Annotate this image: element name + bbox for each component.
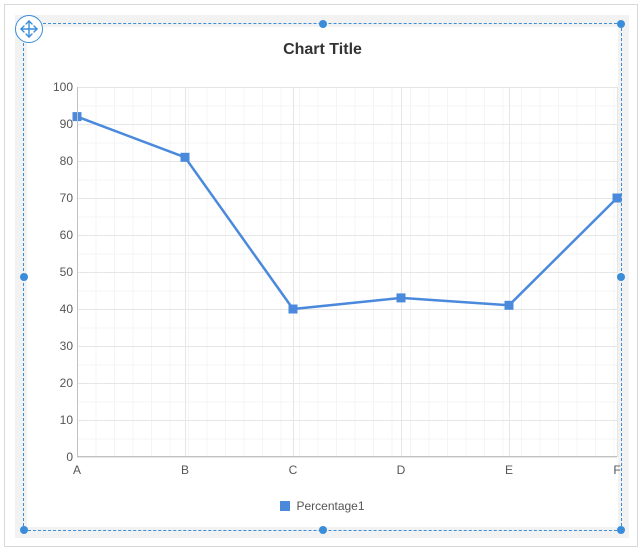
x-tick-label: E	[505, 463, 513, 477]
legend[interactable]: Percentage1	[27, 498, 618, 513]
gridline-v	[617, 87, 618, 457]
y-tick-label: 50	[45, 265, 73, 279]
y-tick-label: 80	[45, 154, 73, 168]
plot-area[interactable]: 0102030405060708090100ABCDEF	[77, 87, 617, 457]
x-tick-label: C	[289, 463, 298, 477]
data-series-line[interactable]	[77, 87, 617, 457]
x-tick-label: F	[613, 463, 620, 477]
data-point-marker[interactable]	[289, 305, 297, 313]
legend-label: Percentage1	[296, 499, 364, 513]
y-tick-label: 20	[45, 376, 73, 390]
y-tick-label: 10	[45, 413, 73, 427]
y-tick-label: 90	[45, 117, 73, 131]
axis-x	[77, 456, 617, 457]
data-point-marker[interactable]	[613, 194, 621, 202]
legend-marker	[280, 501, 290, 511]
move-handle-icon[interactable]	[15, 15, 43, 43]
y-tick-label: 70	[45, 191, 73, 205]
data-point-marker[interactable]	[181, 153, 189, 161]
x-tick-label: B	[181, 463, 189, 477]
x-tick-label: A	[73, 463, 81, 477]
y-tick-label: 100	[45, 80, 73, 94]
axis-y	[77, 87, 78, 457]
y-tick-label: 40	[45, 302, 73, 316]
series-line[interactable]	[77, 117, 617, 309]
chart-area[interactable]: Chart Title 0102030405060708090100ABCDEF…	[27, 27, 618, 527]
data-point-marker[interactable]	[397, 294, 405, 302]
chart-object-frame: Chart Title 0102030405060708090100ABCDEF…	[4, 4, 638, 547]
data-point-marker[interactable]	[505, 301, 513, 309]
x-tick-label: D	[397, 463, 406, 477]
y-tick-label: 60	[45, 228, 73, 242]
y-tick-label: 0	[45, 450, 73, 464]
gridline-h	[77, 457, 617, 458]
y-tick-label: 30	[45, 339, 73, 353]
chart-title[interactable]: Chart Title	[27, 41, 618, 59]
